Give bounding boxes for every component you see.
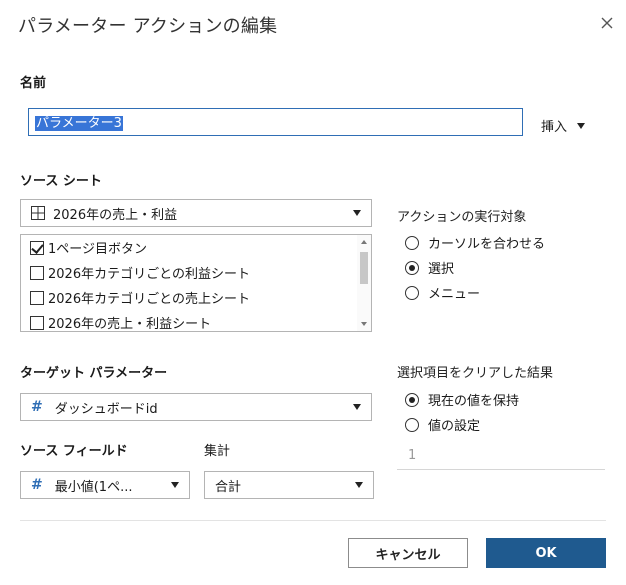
source-sheet-dropdown[interactable]: 2026年の売上・利益 <box>20 199 372 227</box>
source-field-label: ソース フィールド <box>20 444 128 459</box>
list-item[interactable]: 2026年の売上・利益シート <box>21 310 371 332</box>
number-field-icon: # <box>31 399 43 415</box>
radio-label: 選択 <box>428 262 455 277</box>
checkbox-checked[interactable] <box>30 240 44 255</box>
source-sheet-label: ソース シート <box>20 174 102 189</box>
radio-hover[interactable]: カーソルを合わせる <box>405 230 545 255</box>
chevron-down-icon <box>353 404 361 410</box>
insert-label: 挿入 <box>541 120 568 135</box>
list-item-label: 2026年の売上・利益シート <box>48 317 212 332</box>
radio-keep-current[interactable]: 現在の値を保持 <box>405 387 519 412</box>
list-item[interactable]: 2026年カテゴリごとの利益シート <box>21 260 371 285</box>
clear-result-radio-group: 現在の値を保持 値の設定 <box>405 387 519 437</box>
scroll-down-icon[interactable] <box>361 322 367 326</box>
source-field-dropdown[interactable]: # 最小値(1ペ... <box>20 471 190 499</box>
close-icon[interactable] <box>596 12 618 34</box>
aggregation-value: 合計 <box>215 479 242 495</box>
radio-button-selected[interactable] <box>405 392 419 407</box>
insert-button[interactable]: 挿入 <box>541 116 586 135</box>
chevron-down-icon <box>355 482 363 488</box>
radio-label: 値の設定 <box>428 419 481 434</box>
radio-button-selected[interactable] <box>405 260 419 275</box>
clear-result-label: 選択項目をクリアした結果 <box>397 366 554 381</box>
list-item-label: 2026年カテゴリごとの利益シート <box>48 267 250 282</box>
radio-button[interactable] <box>405 417 419 432</box>
checkbox[interactable] <box>30 315 44 330</box>
radio-button[interactable] <box>405 285 419 300</box>
cancel-button[interactable]: キャンセル <box>348 538 468 568</box>
checkbox[interactable] <box>30 290 44 305</box>
name-input[interactable]: パラメーター3 <box>28 108 523 136</box>
radio-menu[interactable]: メニュー <box>405 280 545 305</box>
run-action-label: アクションの実行対象 <box>397 210 527 225</box>
edit-parameter-action-dialog: パラメーター アクションの編集 名前 パラメーター3 挿入 ソース シート 20… <box>0 0 626 585</box>
name-label: 名前 <box>20 76 47 91</box>
target-parameter-label: ターゲット パラメーター <box>20 366 168 381</box>
list-scrollbar[interactable] <box>357 235 371 331</box>
radio-set-value[interactable]: 値の設定 <box>405 412 519 437</box>
target-parameter-value: ダッシュボードid <box>54 401 158 417</box>
list-item[interactable]: 2026年カテゴリごとの売上シート <box>21 285 371 310</box>
list-item-label: 2026年カテゴリごとの売上シート <box>48 292 250 307</box>
chevron-down-icon <box>353 210 361 216</box>
radio-label: カーソルを合わせる <box>428 237 546 252</box>
chevron-down-icon <box>577 122 586 129</box>
number-field-icon: # <box>31 477 43 493</box>
chevron-down-icon <box>171 482 179 488</box>
dashboard-grid-icon <box>31 206 45 220</box>
run-action-radio-group: カーソルを合わせる 選択 メニュー <box>405 230 545 305</box>
checkbox[interactable] <box>30 265 44 280</box>
scroll-up-icon[interactable] <box>361 240 367 244</box>
name-input-value: パラメーター3 <box>35 116 123 131</box>
list-item[interactable]: 1ページ目ボタン <box>21 235 371 260</box>
radio-select[interactable]: 選択 <box>405 255 545 280</box>
radio-label: メニュー <box>428 287 481 302</box>
ok-button[interactable]: OK <box>486 538 606 568</box>
dialog-title: パラメーター アクションの編集 <box>18 16 278 37</box>
list-item-label: 1ページ目ボタン <box>48 242 148 257</box>
radio-button[interactable] <box>405 235 419 250</box>
source-sheet-list[interactable]: 1ページ目ボタン 2026年カテゴリごとの利益シート 2026年カテゴリごとの売… <box>20 234 372 332</box>
aggregation-dropdown[interactable]: 合計 <box>204 471 374 499</box>
scroll-thumb[interactable] <box>360 252 368 284</box>
source-sheet-selected: 2026年の売上・利益 <box>53 207 178 223</box>
target-parameter-dropdown[interactable]: # ダッシュボードid <box>20 393 372 421</box>
footer-divider <box>20 520 606 521</box>
aggregation-label: 集計 <box>204 444 231 459</box>
radio-label: 現在の値を保持 <box>428 394 520 409</box>
set-value-input[interactable]: 1 <box>397 442 605 470</box>
source-field-value: 最小値(1ペ... <box>54 479 133 495</box>
